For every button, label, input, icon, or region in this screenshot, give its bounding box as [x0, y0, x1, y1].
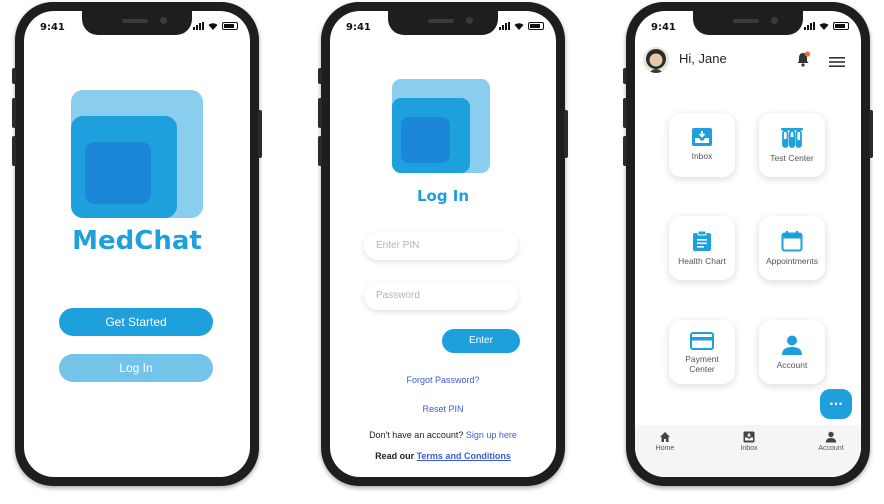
phone-welcome: 9:41 MedChat Get Started Log In	[12, 2, 262, 486]
chat-fab-button[interactable]: ...	[820, 389, 852, 419]
medchat-logo-small	[392, 79, 490, 173]
pin-input[interactable]: Enter PIN	[364, 232, 518, 260]
login-button[interactable]: Log In	[59, 354, 213, 382]
person-icon	[825, 431, 837, 443]
tile-health-chart[interactable]: Health Chart	[669, 216, 735, 280]
medchat-logo	[71, 90, 203, 218]
nav-account[interactable]: Account	[801, 431, 861, 452]
inbox-icon	[692, 128, 712, 146]
battery-icon	[833, 22, 849, 30]
get-started-button[interactable]: Get Started	[59, 308, 213, 336]
signup-line: Don't have an account? Sign up here	[330, 430, 556, 440]
inbox-icon	[743, 431, 755, 443]
nav-label: Inbox	[740, 445, 758, 452]
tile-test-center[interactable]: Test Center	[759, 113, 825, 177]
battery-icon	[528, 22, 544, 30]
reset-pin-link[interactable]: Reset PIN	[330, 404, 556, 414]
battery-icon	[222, 22, 238, 30]
clipboard-icon	[693, 230, 711, 251]
tile-label: Inbox	[691, 151, 713, 161]
notification-bell-icon[interactable]	[795, 51, 811, 67]
tile-label: Appointments	[766, 256, 818, 266]
test-tubes-icon	[781, 128, 803, 148]
home-icon	[660, 432, 670, 442]
status-icons	[193, 22, 238, 30]
tile-label: Test Center	[770, 153, 814, 163]
nav-label: Account	[818, 445, 844, 452]
nav-home[interactable]: Home	[635, 431, 695, 452]
status-icons	[499, 22, 544, 30]
tile-account[interactable]: Account	[759, 320, 825, 384]
status-time: 9:41	[346, 22, 371, 33]
forgot-password-link[interactable]: Forgot Password?	[330, 375, 556, 385]
tile-appointments[interactable]: Appointments	[759, 216, 825, 280]
screen-dashboard: 9:41 Hi, Jane Inbox Test Center Health C…	[635, 11, 861, 477]
nav-inbox[interactable]: Inbox	[719, 431, 779, 452]
login-title: Log In	[416, 187, 470, 205]
no-account-text: Don't have an account?	[369, 430, 464, 440]
status-time: 9:41	[40, 22, 65, 33]
tile-label: Health Chart	[678, 256, 726, 266]
sign-up-link[interactable]: Sign up here	[466, 430, 517, 440]
status-time: 9:41	[651, 22, 676, 33]
credit-card-icon	[690, 332, 714, 350]
wifi-icon	[208, 23, 218, 30]
avatar[interactable]	[643, 47, 669, 73]
signal-icon	[804, 22, 815, 30]
app-name: MedChat	[72, 226, 202, 256]
status-icons	[804, 22, 849, 30]
nav-label: Home	[655, 445, 675, 452]
greeting: Hi, Jane	[679, 51, 727, 66]
tile-payment-center[interactable]: Payment Center	[669, 320, 735, 384]
phone-dashboard: 9:41 Hi, Jane Inbox Test Center Health C…	[623, 2, 873, 486]
password-input[interactable]: Password	[364, 282, 518, 310]
signal-icon	[499, 22, 510, 30]
wifi-icon	[819, 23, 829, 30]
calendar-icon	[781, 231, 803, 252]
tile-label: Payment Center	[685, 354, 719, 374]
screen-login: 9:41 Log In Enter PIN Password Enter For…	[330, 11, 556, 477]
person-icon	[782, 335, 802, 355]
enter-button[interactable]: Enter	[442, 329, 520, 353]
screen-welcome: 9:41 MedChat Get Started Log In	[24, 11, 250, 477]
menu-icon[interactable]	[829, 53, 845, 67]
terms-link[interactable]: Terms and Conditions	[417, 451, 511, 461]
signal-icon	[193, 22, 204, 30]
phone-login: 9:41 Log In Enter PIN Password Enter For…	[318, 2, 568, 486]
read-our-text: Read our	[375, 451, 415, 461]
tile-inbox[interactable]: Inbox	[669, 113, 735, 177]
terms-line: Read our Terms and Conditions	[330, 451, 556, 461]
wifi-icon	[514, 23, 524, 30]
tile-label: Account	[776, 360, 808, 370]
